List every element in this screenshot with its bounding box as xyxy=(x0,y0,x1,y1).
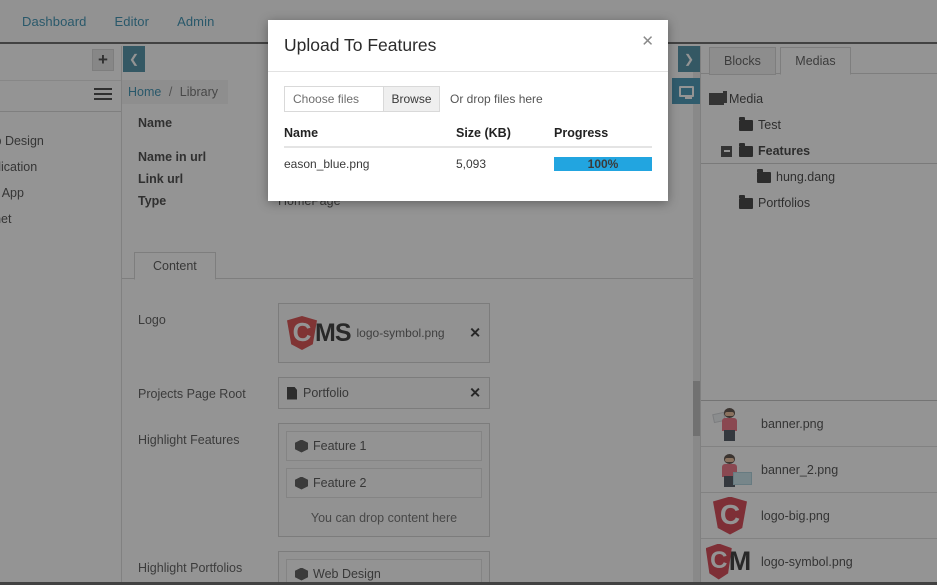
browse-button[interactable]: Browse xyxy=(384,86,440,112)
drop-files-hint: Or drop files here xyxy=(450,92,543,106)
column-header-size: Size (KB) xyxy=(456,126,554,140)
upload-table-header: Name Size (KB) Progress xyxy=(284,126,652,148)
close-icon[interactable]: ✕ xyxy=(641,34,654,49)
column-header-progress: Progress xyxy=(554,126,652,140)
column-header-name: Name xyxy=(284,126,456,140)
progress-bar-track: 100% xyxy=(554,157,652,171)
choose-files-input[interactable]: Choose files xyxy=(284,86,384,112)
upload-progress-cell: 100% xyxy=(554,157,652,171)
upload-file-size: 5,093 xyxy=(456,157,554,171)
upload-file-name: eason_blue.png xyxy=(284,157,456,171)
upload-dialog: Upload To Features ✕ Choose files Browse… xyxy=(268,20,668,201)
table-row: eason_blue.png 5,093 100% xyxy=(284,148,652,171)
application-window: Dashboard Editor Admin + Web Design Appl… xyxy=(0,0,937,585)
dialog-body: Choose files Browse Or drop files here N… xyxy=(268,72,668,171)
upload-table: Name Size (KB) Progress eason_blue.png 5… xyxy=(284,126,652,171)
file-picker-group: Choose files Browse Or drop files here xyxy=(284,86,652,112)
progress-bar-fill: 100% xyxy=(554,157,652,171)
dialog-header: Upload To Features ✕ xyxy=(268,20,668,72)
dialog-title: Upload To Features xyxy=(284,35,436,56)
